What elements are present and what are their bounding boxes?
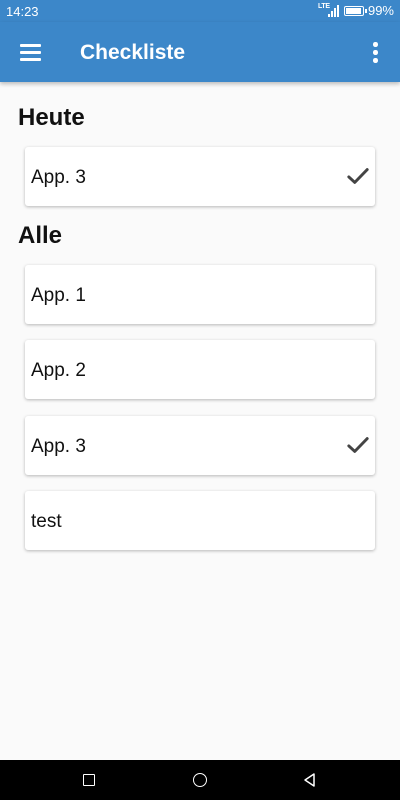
status-time: 14:23 <box>6 4 39 19</box>
check-icon <box>347 168 369 184</box>
battery-icon <box>343 5 367 16</box>
back-triangle-icon[interactable] <box>302 772 318 788</box>
list-item-label: test <box>31 511 62 532</box>
recents-square-icon[interactable] <box>83 774 95 786</box>
page-title: Checkliste <box>80 41 186 64</box>
app-bar: Checkliste <box>0 22 400 82</box>
list-item-label: App. 3 <box>31 436 86 457</box>
status-icons: LTE 99% <box>318 3 394 19</box>
checklist-content: Heute App. 3 Alle App. 1 App. 2 App. 3 t… <box>0 82 400 760</box>
menu-icon[interactable] <box>10 34 52 70</box>
list-item-label: App. 1 <box>31 285 86 306</box>
list-item[interactable]: App. 1 <box>25 265 375 324</box>
battery-percentage: 99% <box>367 3 394 18</box>
home-circle-icon[interactable] <box>193 773 207 787</box>
list-item-label: App. 2 <box>31 360 86 381</box>
list-item[interactable]: test <box>25 491 375 550</box>
system-nav-bar <box>0 760 400 800</box>
section-heading-all: Alle <box>18 222 63 249</box>
list-item-label: App. 3 <box>31 167 86 188</box>
list-item[interactable]: App. 2 <box>25 340 375 399</box>
status-bar: 14:23 LTE 99% <box>0 0 400 22</box>
list-item[interactable]: App. 3 <box>25 147 375 206</box>
check-icon <box>347 437 369 453</box>
lte-signal-icon: LTE <box>318 3 339 18</box>
section-heading-today: Heute <box>18 104 85 131</box>
more-vert-icon[interactable] <box>360 36 390 68</box>
list-item[interactable]: App. 3 <box>25 416 375 475</box>
